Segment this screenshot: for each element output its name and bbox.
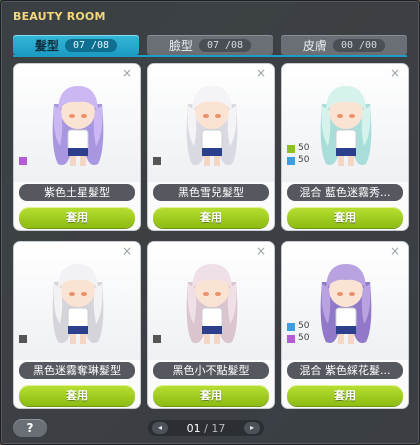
style-grid: × 紫色土星髮型 套用 × 黑色雪兒髮型 套用 × 50 50 混合 藍色迷霧秀… xyxy=(13,63,409,413)
style-card[interactable]: × 50 50 混合 紫色綵花髮... 套用 xyxy=(281,241,409,409)
apply-button[interactable]: 套用 xyxy=(287,207,403,228)
swatch-row xyxy=(153,157,161,165)
page-indicator: 01 / 17 xyxy=(187,422,226,435)
close-icon[interactable]: × xyxy=(256,67,266,79)
swatch-row: 50 xyxy=(287,322,309,331)
color-swatch-icon xyxy=(153,157,161,165)
close-icon[interactable]: × xyxy=(390,245,400,257)
style-card[interactable]: × 黑色小不點髮型 套用 xyxy=(147,241,275,409)
color-swatch-icon xyxy=(287,322,295,331)
avatar-icon xyxy=(148,64,274,182)
swatch-percent: 50 xyxy=(298,155,310,165)
avatar-icon xyxy=(14,64,140,182)
tab-hair-label: 髮型 xyxy=(34,38,59,53)
swatch-percent: 50 xyxy=(298,143,310,153)
tab-skin-count: 00 /00 xyxy=(332,38,386,52)
swatch-row: 50 xyxy=(287,144,309,153)
swatch-percent: 50 xyxy=(298,321,310,331)
apply-button[interactable]: 套用 xyxy=(287,385,403,406)
tab-face-count: 07 /08 xyxy=(198,38,252,52)
style-name: 黑色迷霧奪琳髮型 xyxy=(19,362,135,379)
prev-page-icon[interactable]: ◂ xyxy=(152,422,168,434)
color-swatch-icon xyxy=(19,157,27,165)
hairstyle-preview xyxy=(148,242,274,360)
style-card[interactable]: × 黑色迷霧奪琳髮型 套用 xyxy=(13,241,141,409)
style-name: 紫色土星髮型 xyxy=(19,184,135,201)
swatch-row: 50 xyxy=(287,334,309,343)
page-current: 01 xyxy=(186,421,201,435)
category-tabs: 髮型 07 /08 臉型 07 /08 皮膚 00 /00 xyxy=(13,35,407,57)
style-name: 黑色雪兒髮型 xyxy=(153,184,269,201)
color-swatch-icon xyxy=(287,156,295,165)
page-total: / 17 xyxy=(204,421,226,435)
style-card[interactable]: × 黑色雪兒髮型 套用 xyxy=(147,63,275,231)
next-page-icon[interactable]: ▸ xyxy=(243,422,260,434)
swatch-percent: 50 xyxy=(298,333,310,343)
hairstyle-preview xyxy=(14,64,140,182)
close-icon[interactable]: × xyxy=(122,67,132,79)
tab-underline xyxy=(13,55,407,57)
tab-skin[interactable]: 皮膚 00 /00 xyxy=(281,35,407,55)
color-swatch-icon xyxy=(153,335,161,343)
beauty-room-window: BEAUTY ROOM 髮型 07 /08 臉型 07 /08 皮膚 00 /0… xyxy=(0,0,420,445)
color-swatch-icon xyxy=(287,144,295,153)
apply-button[interactable]: 套用 xyxy=(153,207,269,228)
swatch-row xyxy=(153,335,161,343)
style-name: 黑色小不點髮型 xyxy=(153,362,269,379)
color-swatch-icon xyxy=(287,334,295,343)
swatch-row: 50 xyxy=(287,156,309,165)
avatar-icon xyxy=(148,242,274,360)
tab-face[interactable]: 臉型 07 /08 xyxy=(147,35,273,55)
avatar-icon xyxy=(14,242,140,360)
pager: ◂ 01 / 17 ▸ xyxy=(148,420,264,436)
style-name: 混合 藍色迷霧秀... xyxy=(287,184,403,201)
hairstyle-preview xyxy=(148,64,274,182)
apply-button[interactable]: 套用 xyxy=(19,385,135,406)
style-card[interactable]: × 紫色土星髮型 套用 xyxy=(13,63,141,231)
help-button[interactable]: ? xyxy=(13,419,47,437)
close-icon[interactable]: × xyxy=(122,245,132,257)
hairstyle-preview xyxy=(14,242,140,360)
swatch-row xyxy=(19,335,27,343)
style-name: 混合 紫色綵花髮... xyxy=(287,362,403,379)
tab-hair-count: 07 /08 xyxy=(64,38,118,52)
color-swatch-icon xyxy=(19,335,27,343)
swatch-row xyxy=(19,157,27,165)
tab-face-label: 臉型 xyxy=(168,38,193,53)
close-icon[interactable]: × xyxy=(256,245,266,257)
apply-button[interactable]: 套用 xyxy=(19,207,135,228)
window-title: BEAUTY ROOM xyxy=(13,10,106,23)
apply-button[interactable]: 套用 xyxy=(153,385,269,406)
tab-hair[interactable]: 髮型 07 /08 xyxy=(13,35,139,55)
style-card[interactable]: × 50 50 混合 藍色迷霧秀... 套用 xyxy=(281,63,409,231)
tab-skin-label: 皮膚 xyxy=(302,38,327,53)
close-icon[interactable]: × xyxy=(390,67,400,79)
